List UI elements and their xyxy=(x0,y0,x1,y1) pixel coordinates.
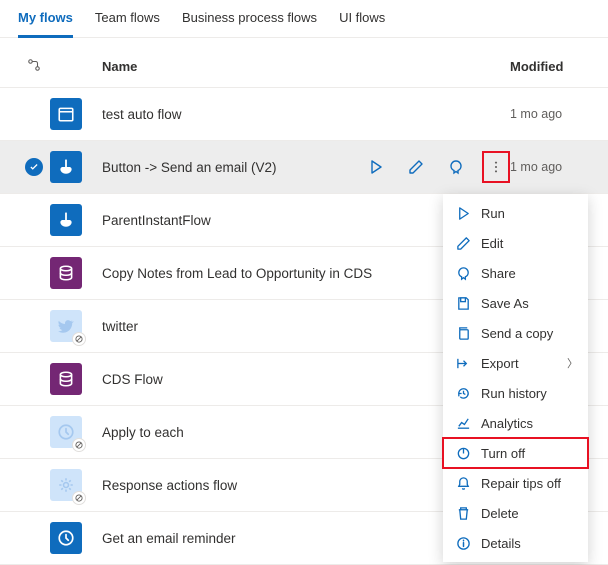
trash-icon xyxy=(455,505,471,521)
play-icon xyxy=(455,205,471,221)
menu-edit[interactable]: Edit xyxy=(443,228,588,258)
tab-bpf[interactable]: Business process flows xyxy=(182,10,317,37)
menu-details[interactable]: Details xyxy=(443,528,588,558)
pencil-icon xyxy=(455,235,471,251)
flow-row[interactable]: test auto flow1 mo ago xyxy=(0,88,608,141)
bell-icon xyxy=(455,475,471,491)
menu-run[interactable]: Run xyxy=(443,198,588,228)
chart-icon xyxy=(455,415,471,431)
tab-my-flows[interactable]: My flows xyxy=(18,10,73,38)
flow-type-icon xyxy=(18,58,50,75)
flow-modified: 1 mo ago xyxy=(510,107,590,121)
share-button[interactable] xyxy=(442,153,470,181)
flow-row[interactable]: Button -> Send an email (V2) 1 mo ago xyxy=(0,141,608,194)
copy-icon xyxy=(455,325,471,341)
menu-run-history[interactable]: Run history xyxy=(443,378,588,408)
menu-turn-off[interactable]: Turn off xyxy=(443,438,588,468)
info-icon xyxy=(455,535,471,551)
menu-save-as[interactable]: Save As xyxy=(443,288,588,318)
flow-thumb-icon xyxy=(50,522,82,554)
menu-delete[interactable]: Delete xyxy=(443,498,588,528)
flow-thumb-icon xyxy=(50,151,82,183)
menu-analytics[interactable]: Analytics xyxy=(443,408,588,438)
flow-thumb-icon xyxy=(50,98,82,130)
tab-bar: My flows Team flows Business process flo… xyxy=(0,0,608,38)
list-header: Name Modified xyxy=(0,38,608,88)
flow-name[interactable]: test auto flow xyxy=(102,107,510,122)
export-icon xyxy=(455,355,471,371)
tab-team-flows[interactable]: Team flows xyxy=(95,10,160,37)
flow-thumb-icon xyxy=(50,257,82,289)
history-icon xyxy=(455,385,471,401)
edit-button[interactable] xyxy=(402,153,430,181)
power-icon xyxy=(455,445,471,461)
save-icon xyxy=(455,295,471,311)
menu-share[interactable]: Share xyxy=(443,258,588,288)
disabled-icon xyxy=(72,491,86,505)
chevron-right-icon: 〉 xyxy=(567,355,578,371)
disabled-icon xyxy=(72,332,86,346)
run-button[interactable] xyxy=(362,153,390,181)
flow-modified: 1 mo ago xyxy=(510,160,590,174)
menu-export[interactable]: Export〉 xyxy=(443,348,588,378)
menu-repair-tips[interactable]: Repair tips off xyxy=(443,468,588,498)
menu-send-copy[interactable]: Send a copy xyxy=(443,318,588,348)
disabled-icon xyxy=(72,438,86,452)
flow-thumb-icon xyxy=(50,363,82,395)
row-selected-check[interactable] xyxy=(25,158,43,176)
tab-ui-flows[interactable]: UI flows xyxy=(339,10,385,37)
context-menu: Run Edit Share Save As Send a copy Expor… xyxy=(443,194,588,562)
header-name[interactable]: Name xyxy=(102,59,510,74)
share-icon xyxy=(455,265,471,281)
flow-name[interactable]: Button -> Send an email (V2) xyxy=(102,160,362,175)
flow-thumb-icon xyxy=(50,204,82,236)
header-modified[interactable]: Modified xyxy=(510,59,590,74)
more-actions-button[interactable] xyxy=(482,151,510,183)
